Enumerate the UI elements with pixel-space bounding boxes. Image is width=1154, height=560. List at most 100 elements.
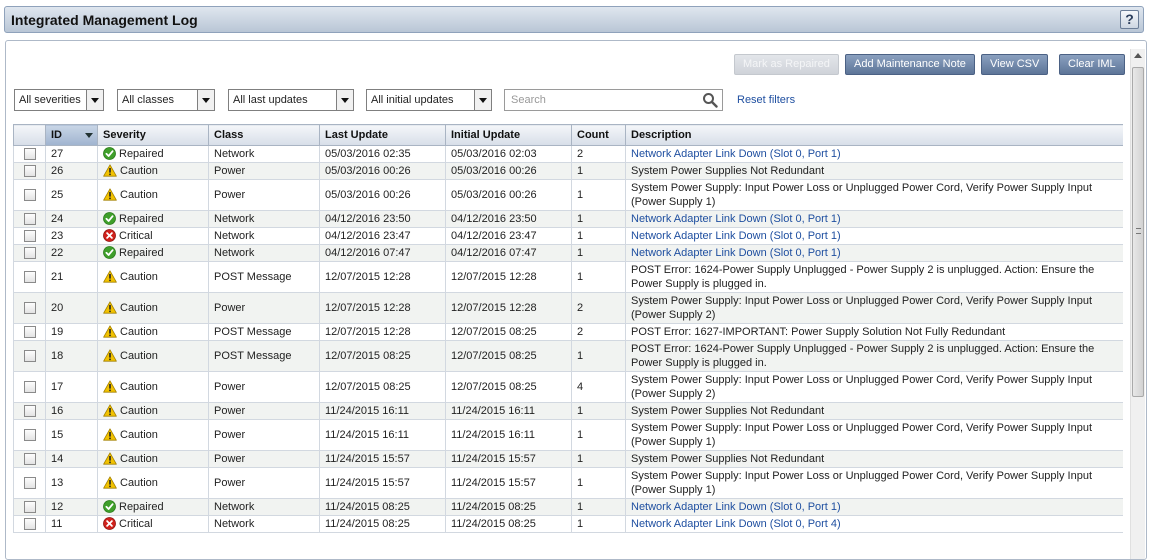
- vertical-scrollbar[interactable]: [1130, 49, 1145, 559]
- severity-label: Caution: [120, 189, 158, 201]
- column-header-last-update[interactable]: Last Update: [319, 124, 446, 146]
- table-row[interactable]: 12 Repaired Network 11/24/2015 08:25 11/24/2…: [13, 498, 1123, 516]
- search-icon[interactable]: [702, 92, 718, 108]
- search-input[interactable]: [509, 92, 689, 108]
- row-checkbox[interactable]: [23, 405, 36, 418]
- cell-initial-update: 04/12/2016 23:50: [445, 210, 572, 228]
- description-link[interactable]: Network Adapter Link Down (Slot 0, Port …: [631, 518, 841, 530]
- table-row[interactable]: 25 Caution Power 05/03/2016 00:26 05/03/2016…: [13, 179, 1123, 211]
- cell-severity: Caution: [97, 292, 209, 324]
- row-checkbox[interactable]: [23, 477, 36, 490]
- repaired-icon: [103, 246, 116, 259]
- table-row[interactable]: 16 Caution Power 11/24/2015 16:11 11/24/2015…: [13, 402, 1123, 420]
- table-row[interactable]: 11 Critical Network 11/24/2015 08:25 11/24/2…: [13, 515, 1123, 533]
- row-checkbox[interactable]: [23, 271, 36, 284]
- table-row[interactable]: 22 Repaired Network 04/12/2016 07:47 04/12/2…: [13, 244, 1123, 262]
- row-checkbox[interactable]: [23, 501, 36, 514]
- table-row[interactable]: 23 Critical Network 04/12/2016 23:47 04/12/2…: [13, 227, 1123, 245]
- cell-last-update: 04/12/2016 23:50: [319, 210, 446, 228]
- scroll-up-icon[interactable]: [1134, 53, 1142, 58]
- clear-iml-button[interactable]: Clear IML: [1059, 54, 1125, 75]
- caution-icon: [103, 380, 117, 393]
- cell-severity: Caution: [97, 419, 209, 451]
- table-row[interactable]: 14 Caution Power 11/24/2015 15:57 11/24/2015…: [13, 450, 1123, 468]
- severity-label: Caution: [120, 302, 158, 314]
- description-link[interactable]: Network Adapter Link Down (Slot 0, Port …: [631, 501, 841, 513]
- column-header-id[interactable]: ID: [45, 124, 98, 146]
- cell-last-update: 04/12/2016 07:47: [319, 244, 446, 262]
- cell-id: 12: [45, 498, 98, 516]
- initial-update-filter[interactable]: All initial updates: [366, 89, 492, 111]
- cell-description: System Power Supply: Input Power Loss or…: [625, 467, 1123, 499]
- severity-label: Repaired: [119, 148, 164, 160]
- row-checkbox[interactable]: [23, 148, 36, 161]
- table-row[interactable]: 18 Caution POST Message 12/07/2015 08:25 12/…: [13, 340, 1123, 372]
- cell-severity: Caution: [97, 371, 209, 403]
- cell-id: 17: [45, 371, 98, 403]
- view-csv-button[interactable]: View CSV: [981, 54, 1049, 75]
- last-update-filter[interactable]: All last updates: [228, 89, 354, 111]
- row-checkbox[interactable]: [23, 302, 36, 315]
- row-checkbox[interactable]: [23, 429, 36, 442]
- description-link[interactable]: Network Adapter Link Down (Slot 0, Port …: [631, 230, 841, 242]
- cell-id: 21: [45, 261, 98, 293]
- column-header-severity[interactable]: Severity: [97, 124, 209, 146]
- table-row[interactable]: 17 Caution Power 12/07/2015 08:25 12/07/2015…: [13, 371, 1123, 403]
- column-header-description[interactable]: Description: [625, 124, 1123, 146]
- row-checkbox[interactable]: [23, 453, 36, 466]
- cell-id: 16: [45, 402, 98, 420]
- table-header-row: ID Severity Class Last Update Initial Up…: [13, 124, 1123, 146]
- cell-initial-update: 11/24/2015 16:11: [445, 419, 572, 451]
- add-maintenance-note-button[interactable]: Add Maintenance Note: [845, 54, 975, 75]
- row-checkbox[interactable]: [23, 518, 36, 531]
- description-link[interactable]: Network Adapter Link Down (Slot 0, Port …: [631, 213, 841, 225]
- class-filter[interactable]: All classes: [117, 89, 215, 111]
- row-checkbox[interactable]: [23, 381, 36, 394]
- severity-filter[interactable]: All severities: [14, 89, 104, 111]
- row-checkbox-cell: [13, 210, 46, 228]
- cell-severity: Caution: [97, 179, 209, 211]
- mark-as-repaired-button[interactable]: Mark as Repaired: [734, 54, 839, 75]
- cell-initial-update: 12/07/2015 12:28: [445, 261, 572, 293]
- table-row[interactable]: 20 Caution Power 12/07/2015 12:28 12/07/2015…: [13, 292, 1123, 324]
- critical-icon: [103, 517, 116, 530]
- last-update-filter-value: All last updates: [233, 94, 308, 106]
- severity-label: Caution: [120, 350, 158, 362]
- row-checkbox[interactable]: [23, 213, 36, 226]
- cell-initial-update: 05/03/2016 00:26: [445, 162, 572, 180]
- column-header-count[interactable]: Count: [571, 124, 626, 146]
- cell-description: Network Adapter Link Down (Slot 0, Port …: [625, 145, 1123, 163]
- search-box: [504, 89, 723, 111]
- cell-count: 1: [571, 498, 626, 516]
- row-checkbox-cell: [13, 498, 46, 516]
- cell-class: Power: [208, 162, 320, 180]
- row-checkbox[interactable]: [23, 247, 36, 260]
- table-row[interactable]: 24 Repaired Network 04/12/2016 23:50 04/12/2…: [13, 210, 1123, 228]
- column-header-initial-update[interactable]: Initial Update: [445, 124, 572, 146]
- cell-class: Power: [208, 402, 320, 420]
- table-row[interactable]: 27 Repaired Network 05/03/2016 02:35 05/03/2…: [13, 145, 1123, 163]
- description-link[interactable]: Network Adapter Link Down (Slot 0, Port …: [631, 247, 841, 259]
- severity-filter-value: All severities: [19, 94, 81, 106]
- row-checkbox[interactable]: [23, 230, 36, 243]
- table-row[interactable]: 19 Caution POST Message 12/07/2015 12:28 12/…: [13, 323, 1123, 341]
- reset-filters-link[interactable]: Reset filters: [737, 94, 795, 106]
- cell-description: System Power Supplies Not Redundant: [625, 162, 1123, 180]
- description-link[interactable]: Network Adapter Link Down (Slot 0, Port …: [631, 148, 841, 160]
- row-checkbox[interactable]: [23, 326, 36, 339]
- table-row[interactable]: 13 Caution Power 11/24/2015 15:57 11/24/2015…: [13, 467, 1123, 499]
- severity-label: Caution: [120, 271, 158, 283]
- scrollbar-thumb[interactable]: [1132, 67, 1144, 397]
- table-row[interactable]: 26 Caution Power 05/03/2016 00:26 05/03/2016…: [13, 162, 1123, 180]
- row-checkbox[interactable]: [23, 350, 36, 363]
- table-row[interactable]: 21 Caution POST Message 12/07/2015 12:28 12/…: [13, 261, 1123, 293]
- help-button[interactable]: ?: [1120, 10, 1139, 29]
- row-checkbox[interactable]: [23, 165, 36, 178]
- grip-icon: [1136, 228, 1141, 234]
- cell-description: System Power Supply: Input Power Loss or…: [625, 371, 1123, 403]
- table-row[interactable]: 15 Caution Power 11/24/2015 16:11 11/24/2015…: [13, 419, 1123, 451]
- column-header-class[interactable]: Class: [208, 124, 320, 146]
- cell-last-update: 11/24/2015 15:57: [319, 450, 446, 468]
- cell-class: Power: [208, 450, 320, 468]
- row-checkbox[interactable]: [23, 189, 36, 202]
